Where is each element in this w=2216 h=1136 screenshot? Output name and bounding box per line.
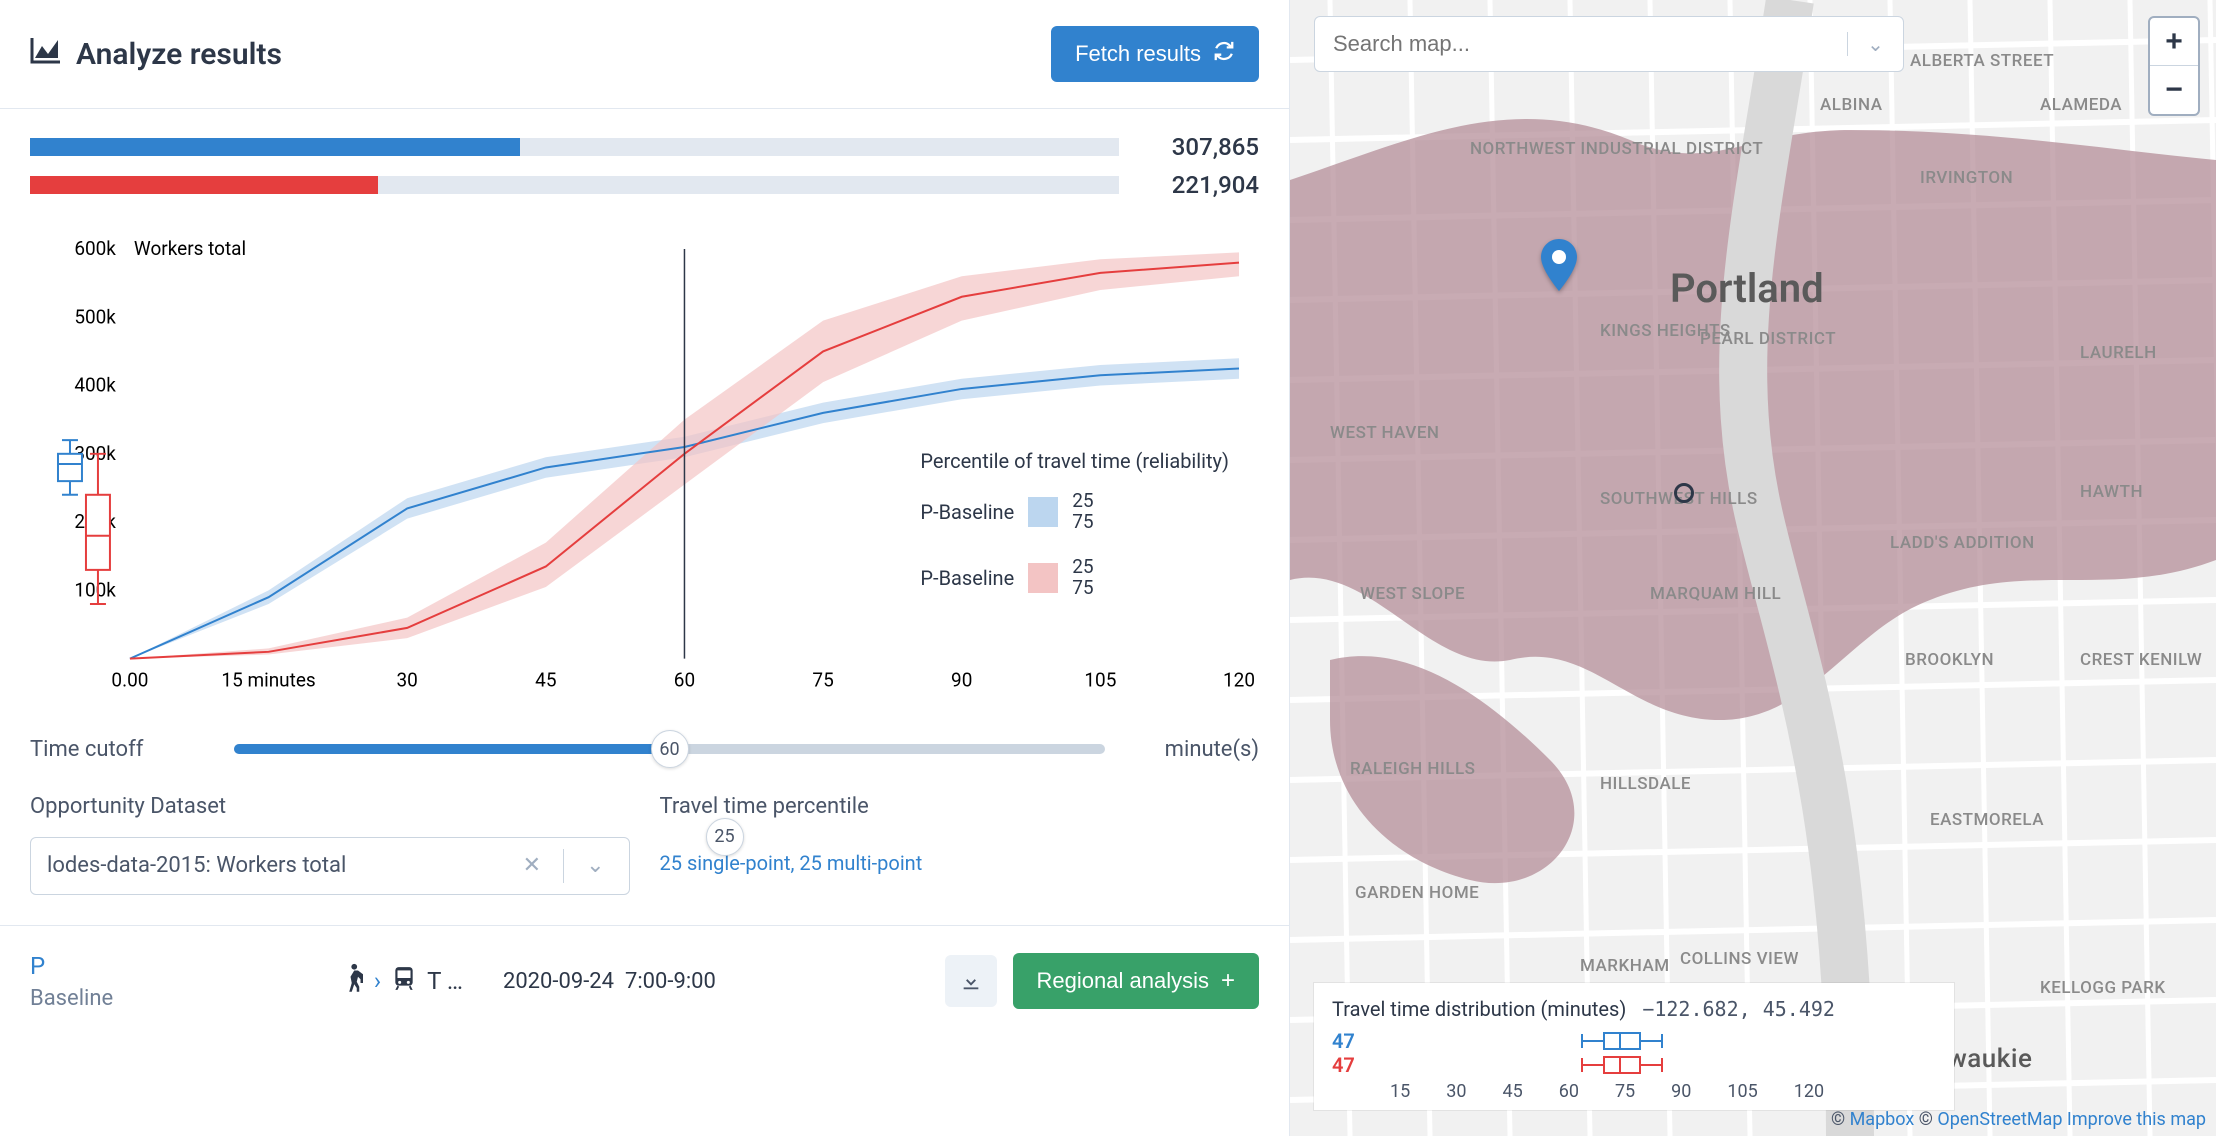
svg-text:500k: 500k xyxy=(74,305,116,328)
svg-text:Workers total: Workers total xyxy=(134,237,246,260)
map-attribution: © Mapbox © OpenStreetMap Improve this ma… xyxy=(1831,1109,2206,1130)
opportunity-label: Opportunity Dataset xyxy=(30,794,630,819)
osm-link[interactable]: OpenStreetMap xyxy=(1937,1109,2062,1130)
mode-selector[interactable]: › T … xyxy=(342,963,463,999)
origin-pin[interactable] xyxy=(1539,239,1579,295)
page-title: Analyze results xyxy=(30,36,282,72)
download-button[interactable] xyxy=(945,955,997,1007)
map-search-input[interactable] xyxy=(1315,31,1847,57)
travel-time-distribution-box: Travel time distribution (minutes) −122.… xyxy=(1314,983,1954,1110)
opportunity-select[interactable]: lodes-data-2015: Workers total ✕ ⌄ xyxy=(30,837,630,895)
svg-text:105: 105 xyxy=(1084,669,1116,692)
chart-legend: Percentile of travel time (reliability) … xyxy=(920,449,1229,623)
svg-text:60: 60 xyxy=(674,669,695,692)
destination-coords: −122.682, 45.492 xyxy=(1642,997,1835,1021)
map-search[interactable]: ⌄ xyxy=(1314,16,1904,72)
project-name: Baseline xyxy=(30,986,113,1011)
svg-text:400k: 400k xyxy=(74,374,116,397)
analyze-icon xyxy=(30,36,62,72)
svg-text:120: 120 xyxy=(1223,669,1255,692)
project-letter[interactable]: P xyxy=(30,952,113,980)
clear-icon[interactable]: ✕ xyxy=(515,853,549,878)
analysis-date: 2020-09-24 7:00-9:00 xyxy=(503,969,716,994)
tt-percentile-note: 25 single-point, 25 multi-point xyxy=(660,851,1260,875)
zoom-in-button[interactable]: + xyxy=(2150,18,2198,66)
tt-percentile-label: Travel time percentile xyxy=(660,794,1260,819)
total-bar-primary xyxy=(30,138,1119,156)
svg-text:90: 90 xyxy=(951,669,972,692)
zoom-out-button[interactable]: − xyxy=(2150,66,2198,114)
svg-text:30: 30 xyxy=(397,669,418,692)
destination-dot[interactable] xyxy=(1674,483,1694,503)
totals-bars: 307,865 221,904 xyxy=(0,109,1289,219)
total-value-primary: 307,865 xyxy=(1139,133,1259,161)
mapbox-link[interactable]: Mapbox xyxy=(1850,1109,1915,1130)
chevron-down-icon[interactable]: ⌄ xyxy=(1847,32,1903,56)
slider-thumb[interactable]: 60 xyxy=(651,730,689,768)
svg-text:45: 45 xyxy=(535,669,556,692)
fetch-results-button[interactable]: Fetch results xyxy=(1051,26,1259,82)
chevron-right-icon: › xyxy=(374,967,381,995)
walk-icon xyxy=(342,963,364,999)
svg-text:15 minutes: 15 minutes xyxy=(221,669,315,692)
slider-thumb[interactable]: 25 xyxy=(706,818,744,856)
svg-text:75: 75 xyxy=(812,669,833,692)
regional-analysis-button[interactable]: Regional analysis + xyxy=(1013,953,1259,1009)
svg-text:100k: 100k xyxy=(74,578,116,601)
plus-icon: + xyxy=(1221,967,1235,995)
chevron-down-icon[interactable]: ⌄ xyxy=(578,853,612,878)
map-panel[interactable]: PortlandNORTHWEST INDUSTRIAL DISTRICTALB… xyxy=(1290,0,2216,1136)
time-cutoff-slider[interactable]: 60 xyxy=(234,744,1105,754)
improve-map-link[interactable]: Improve this map xyxy=(2067,1109,2206,1130)
time-cutoff-unit: minute(s) xyxy=(1129,737,1259,762)
time-cutoff-label: Time cutoff xyxy=(30,737,210,762)
total-bar-comparison xyxy=(30,176,1119,194)
svg-text:600k: 600k xyxy=(74,237,116,260)
refresh-icon xyxy=(1213,40,1235,68)
svg-text:0.00: 0.00 xyxy=(111,669,148,692)
total-value-comparison: 221,904 xyxy=(1139,171,1259,199)
transit-icon xyxy=(391,965,417,997)
